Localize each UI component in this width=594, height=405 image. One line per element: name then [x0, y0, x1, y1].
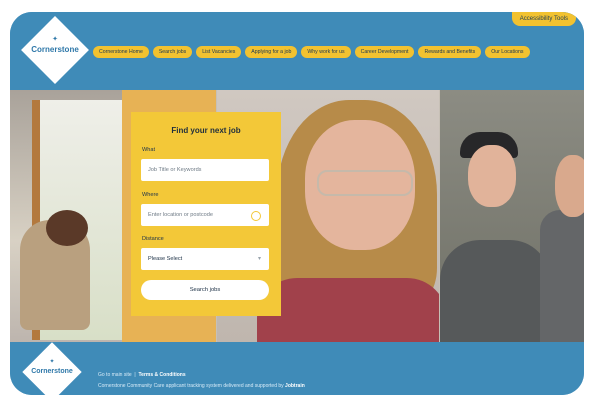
footer: ✦ Cornerstone Go to main site | Terms & … [10, 342, 584, 395]
footer-credit: Cornerstone Community Care applicant tra… [98, 383, 305, 389]
what-placeholder: Job Title or Keywords [148, 167, 202, 173]
header: ✦ Cornerstone Accessibility Tools Corner… [10, 12, 584, 90]
distance-select[interactable]: Please Select ▾ [141, 248, 269, 270]
accessibility-tools-button[interactable]: Accessibility Tools [511, 12, 576, 26]
where-placeholder: Enter location or postcode [148, 212, 213, 218]
nav-item-cornerstone-home[interactable]: Cornerstone Home [93, 46, 149, 58]
search-title: Find your next job [171, 126, 241, 135]
nav-item-rewards-and-benefits[interactable]: Rewards and Benefits [418, 46, 482, 58]
photo-glasses [317, 170, 413, 196]
terms-link[interactable]: Terms & Conditions [139, 372, 186, 378]
search-jobs-button[interactable]: Search jobs [141, 280, 269, 300]
nav-item-applying-for-a-job[interactable]: Applying for a job [245, 46, 298, 58]
main-nav: Cornerstone Home Search jobs List Vacanc… [93, 46, 530, 58]
hero-banner: Find your next job What Job Title or Key… [10, 90, 584, 342]
footer-links: Go to main site | Terms & Conditions [98, 372, 186, 378]
photo-shirt [540, 210, 584, 342]
photo-face [468, 145, 516, 207]
photo-shirt [440, 240, 550, 342]
location-icon[interactable] [251, 211, 261, 221]
cornerstone-logo[interactable]: ✦ Cornerstone [20, 15, 90, 85]
nav-item-career-development[interactable]: Career Development [354, 46, 415, 58]
nav-item-search-jobs[interactable]: Search jobs [152, 46, 193, 58]
logo-star-icon: ✦ [49, 359, 55, 365]
where-input[interactable]: Enter location or postcode [141, 204, 269, 226]
distance-value: Please Select [148, 256, 183, 262]
go-to-main-site-link[interactable]: Go to main site [98, 372, 132, 378]
where-label: Where [142, 192, 159, 198]
what-label: What [142, 147, 156, 153]
browser-frame: ✦ Cornerstone Accessibility Tools Corner… [10, 12, 584, 395]
hero-photo-right [440, 90, 584, 342]
photo-hair [46, 210, 88, 246]
distance-label: Distance [142, 236, 164, 242]
nav-item-why-work-for-us[interactable]: Why work for us [301, 46, 351, 58]
what-input[interactable]: Job Title or Keywords [141, 159, 269, 181]
credit-text: Cornerstone Community Care applicant tra… [98, 383, 284, 389]
nav-item-list-vacancies[interactable]: List Vacancies [196, 46, 242, 58]
photo-person-wheelchair [20, 210, 90, 330]
nav-item-our-locations[interactable]: Our Locations [485, 46, 530, 58]
footer-logo-text: Cornerstone [31, 368, 73, 375]
logo-star-icon: ✦ [52, 36, 58, 43]
photo-face [555, 155, 584, 217]
footer-logo[interactable]: ✦ Cornerstone [20, 340, 84, 395]
job-search-panel: Find your next job What Job Title or Key… [131, 112, 281, 316]
logo-text: Cornerstone [31, 45, 79, 54]
jobtrain-link[interactable]: Jobtrain [285, 383, 305, 389]
chevron-down-icon: ▾ [257, 256, 261, 262]
separator: | [133, 372, 138, 378]
photo-shirt [257, 278, 439, 342]
